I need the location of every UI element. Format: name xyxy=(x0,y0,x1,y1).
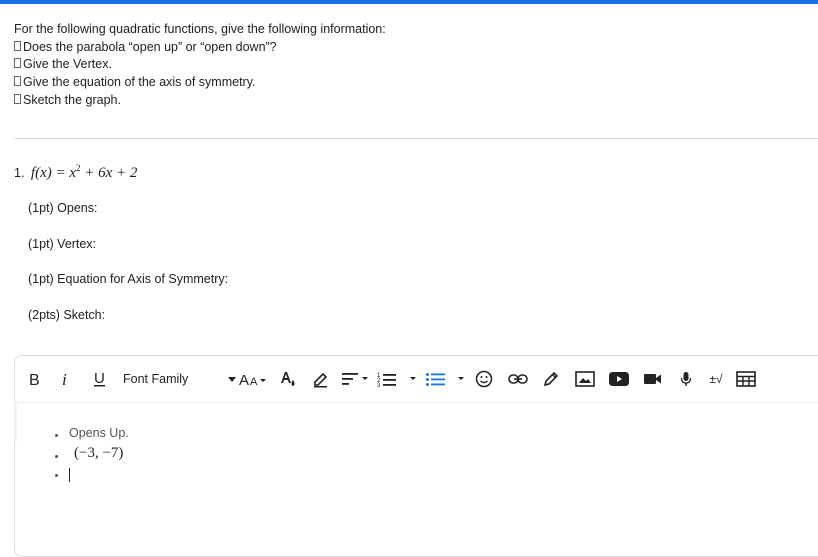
emoji-button[interactable] xyxy=(473,366,495,392)
math-button[interactable]: ±√ xyxy=(706,366,726,392)
draw-button[interactable] xyxy=(541,366,561,392)
top-accent-bar xyxy=(0,0,818,4)
editor-left-edge xyxy=(14,402,17,442)
bullet-dot xyxy=(55,474,58,477)
bold-button[interactable]: B xyxy=(25,366,45,392)
numbered-list-dropdown[interactable]: 123 xyxy=(377,366,421,392)
underline-icon: U xyxy=(94,370,105,387)
instructions: For the following quadratic functions, g… xyxy=(14,21,386,110)
function-equation: f(x) = x2 + 6x + 2 xyxy=(30,163,138,181)
svg-text:i: i xyxy=(62,371,67,387)
table-icon xyxy=(736,371,756,387)
rich-text-editor: B i U Font Family AA 123 ±√ Opens Up. (−… xyxy=(14,355,818,557)
align-icon xyxy=(342,373,368,385)
instructions-intro: For the following quadratic functions, g… xyxy=(14,22,386,36)
bulleted-list-icon xyxy=(426,373,464,386)
missing-glyph-icon xyxy=(14,58,21,69)
font-family-dropdown[interactable]: Font Family xyxy=(123,366,237,392)
numbered-list-icon: 123 xyxy=(377,373,416,387)
align-dropdown[interactable] xyxy=(342,366,370,392)
microphone-icon xyxy=(680,372,692,386)
instruction-item: Give the equation of the axis of symmetr… xyxy=(14,74,386,92)
field-axis-of-symmetry: (1pt) Equation for Axis of Symmetry: xyxy=(28,272,229,286)
chevron-down-icon xyxy=(228,376,237,382)
highlight-icon xyxy=(314,372,328,388)
bulleted-list-dropdown[interactable] xyxy=(426,366,470,392)
answer-opens: Opens Up. xyxy=(69,426,129,440)
math-icon: ±√ xyxy=(709,372,723,386)
font-size-button[interactable]: AA xyxy=(239,366,269,392)
bold-icon: B xyxy=(29,372,40,387)
italic-icon: i xyxy=(62,371,67,387)
instruction-item: Does the parabola “open up” or “open dow… xyxy=(14,39,386,57)
highlight-button[interactable] xyxy=(311,366,331,392)
youtube-button[interactable] xyxy=(608,366,630,392)
svg-text:B: B xyxy=(29,372,40,387)
field-vertex: (1pt) Vertex: xyxy=(28,237,97,251)
font-size-icon: AA xyxy=(239,372,266,387)
editor-toolbar: B i U Font Family AA 123 ±√ xyxy=(15,356,818,403)
link-icon xyxy=(508,374,528,384)
table-button[interactable] xyxy=(735,366,757,392)
svg-text:U: U xyxy=(94,370,105,387)
underline-button[interactable]: U xyxy=(90,366,110,392)
microphone-button[interactable] xyxy=(676,366,696,392)
image-icon xyxy=(575,371,595,387)
svg-text:A: A xyxy=(250,376,258,387)
draw-icon xyxy=(543,371,559,387)
video-button[interactable] xyxy=(642,366,664,392)
video-icon xyxy=(644,374,661,384)
missing-glyph-icon xyxy=(14,40,21,51)
text-cursor xyxy=(69,468,70,482)
missing-glyph-icon xyxy=(14,93,21,104)
link-button[interactable] xyxy=(507,366,529,392)
bullet-dot xyxy=(55,434,58,437)
youtube-icon xyxy=(609,372,629,386)
svg-text:3: 3 xyxy=(377,383,381,387)
field-sketch: (2pts) Sketch: xyxy=(28,308,106,322)
text-color-icon xyxy=(281,372,295,386)
question-number: 1. xyxy=(14,166,25,180)
question-title: 1. f(x) = x2 + 6x + 2 xyxy=(14,163,137,182)
instruction-item: Give the Vertex. xyxy=(14,56,386,74)
text-color-button[interactable] xyxy=(278,366,298,392)
svg-text:A: A xyxy=(239,372,249,387)
emoji-icon xyxy=(475,370,493,388)
answer-vertex: (−3, −7) xyxy=(74,445,124,461)
font-family-label: Font Family xyxy=(123,372,189,386)
image-button[interactable] xyxy=(574,366,596,392)
instruction-item: Sketch the graph. xyxy=(14,92,386,110)
section-divider xyxy=(14,138,818,139)
bullet-dot xyxy=(55,455,58,458)
italic-button[interactable]: i xyxy=(57,366,75,392)
field-opens: (1pt) Opens: xyxy=(28,201,98,215)
missing-glyph-icon xyxy=(14,76,21,87)
